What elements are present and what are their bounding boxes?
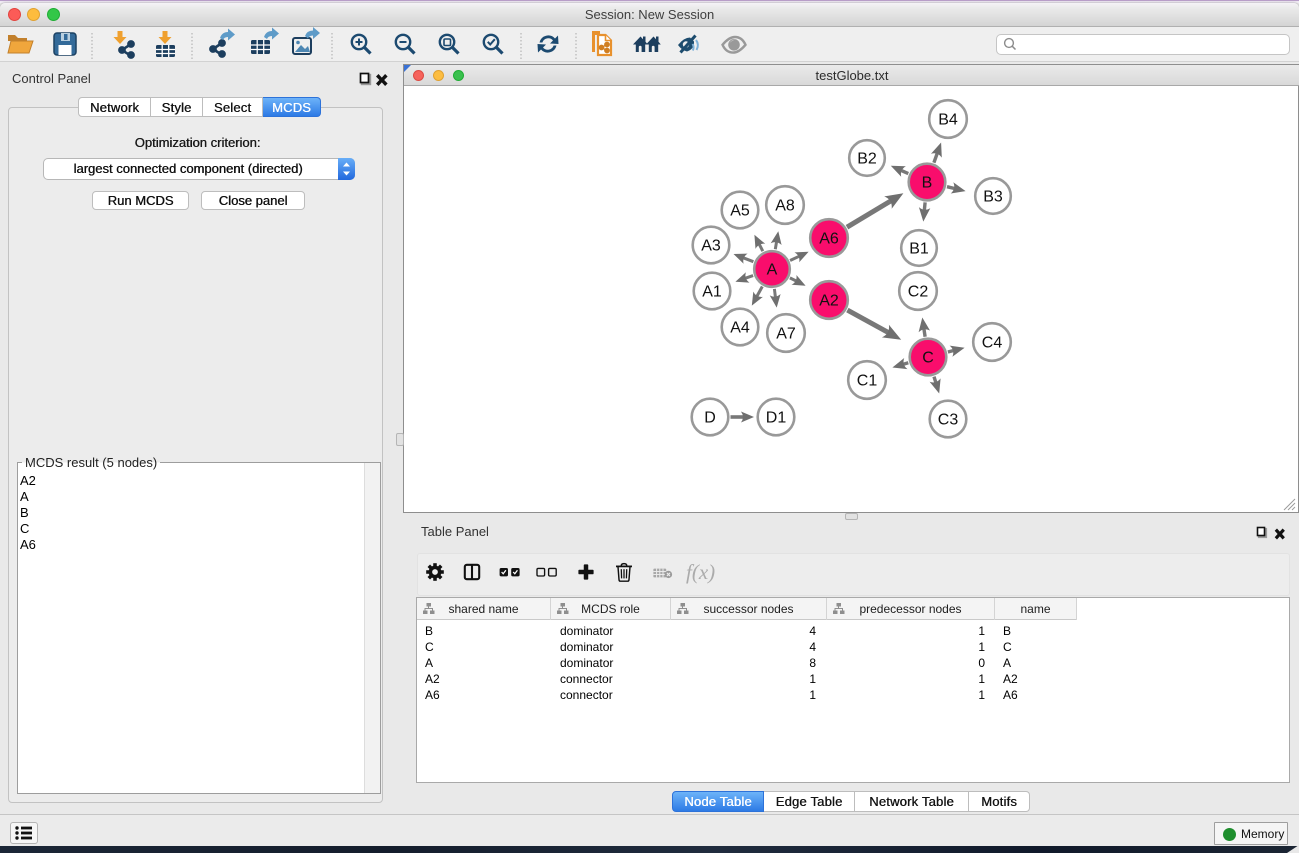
svg-text:A8: A8 [775,198,795,215]
svg-text:A6: A6 [819,231,839,248]
svg-text:A7: A7 [776,326,796,343]
svg-text:A2: A2 [819,293,839,310]
svg-text:C: C [922,350,934,367]
svg-text:C1: C1 [857,373,878,390]
svg-text:C4: C4 [982,335,1003,352]
svg-text:B2: B2 [857,151,877,168]
svg-text:D1: D1 [766,410,787,427]
svg-text:B3: B3 [983,189,1003,206]
svg-text:A3: A3 [701,238,721,255]
svg-text:B4: B4 [938,112,958,129]
svg-text:C3: C3 [938,412,959,429]
svg-text:A1: A1 [702,284,722,301]
svg-text:C2: C2 [908,284,929,301]
svg-text:B1: B1 [909,241,929,258]
svg-text:A4: A4 [730,320,750,337]
svg-text:D: D [704,410,716,427]
svg-text:B: B [922,175,933,192]
svg-text:A5: A5 [730,203,750,220]
svg-text:A: A [767,262,778,279]
svg-text:f(x): f(x) [686,560,715,584]
